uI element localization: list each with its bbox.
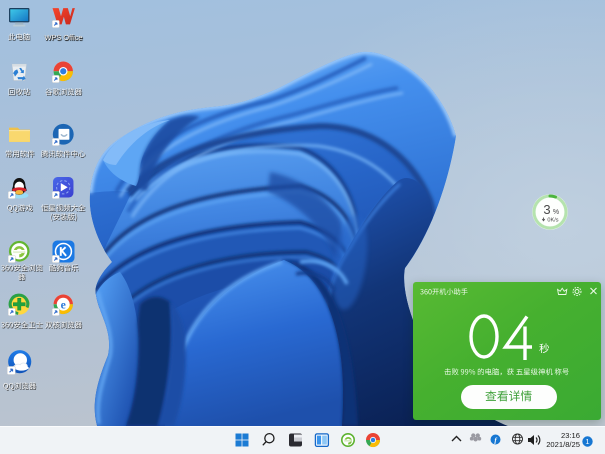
svg-text:0K/s: 0K/s — [547, 218, 558, 224]
svg-text:3: 3 — [543, 202, 550, 217]
svg-text:1: 1 — [585, 437, 589, 446]
svg-text:e: e — [61, 298, 66, 311]
svg-text:%: % — [553, 209, 559, 216]
